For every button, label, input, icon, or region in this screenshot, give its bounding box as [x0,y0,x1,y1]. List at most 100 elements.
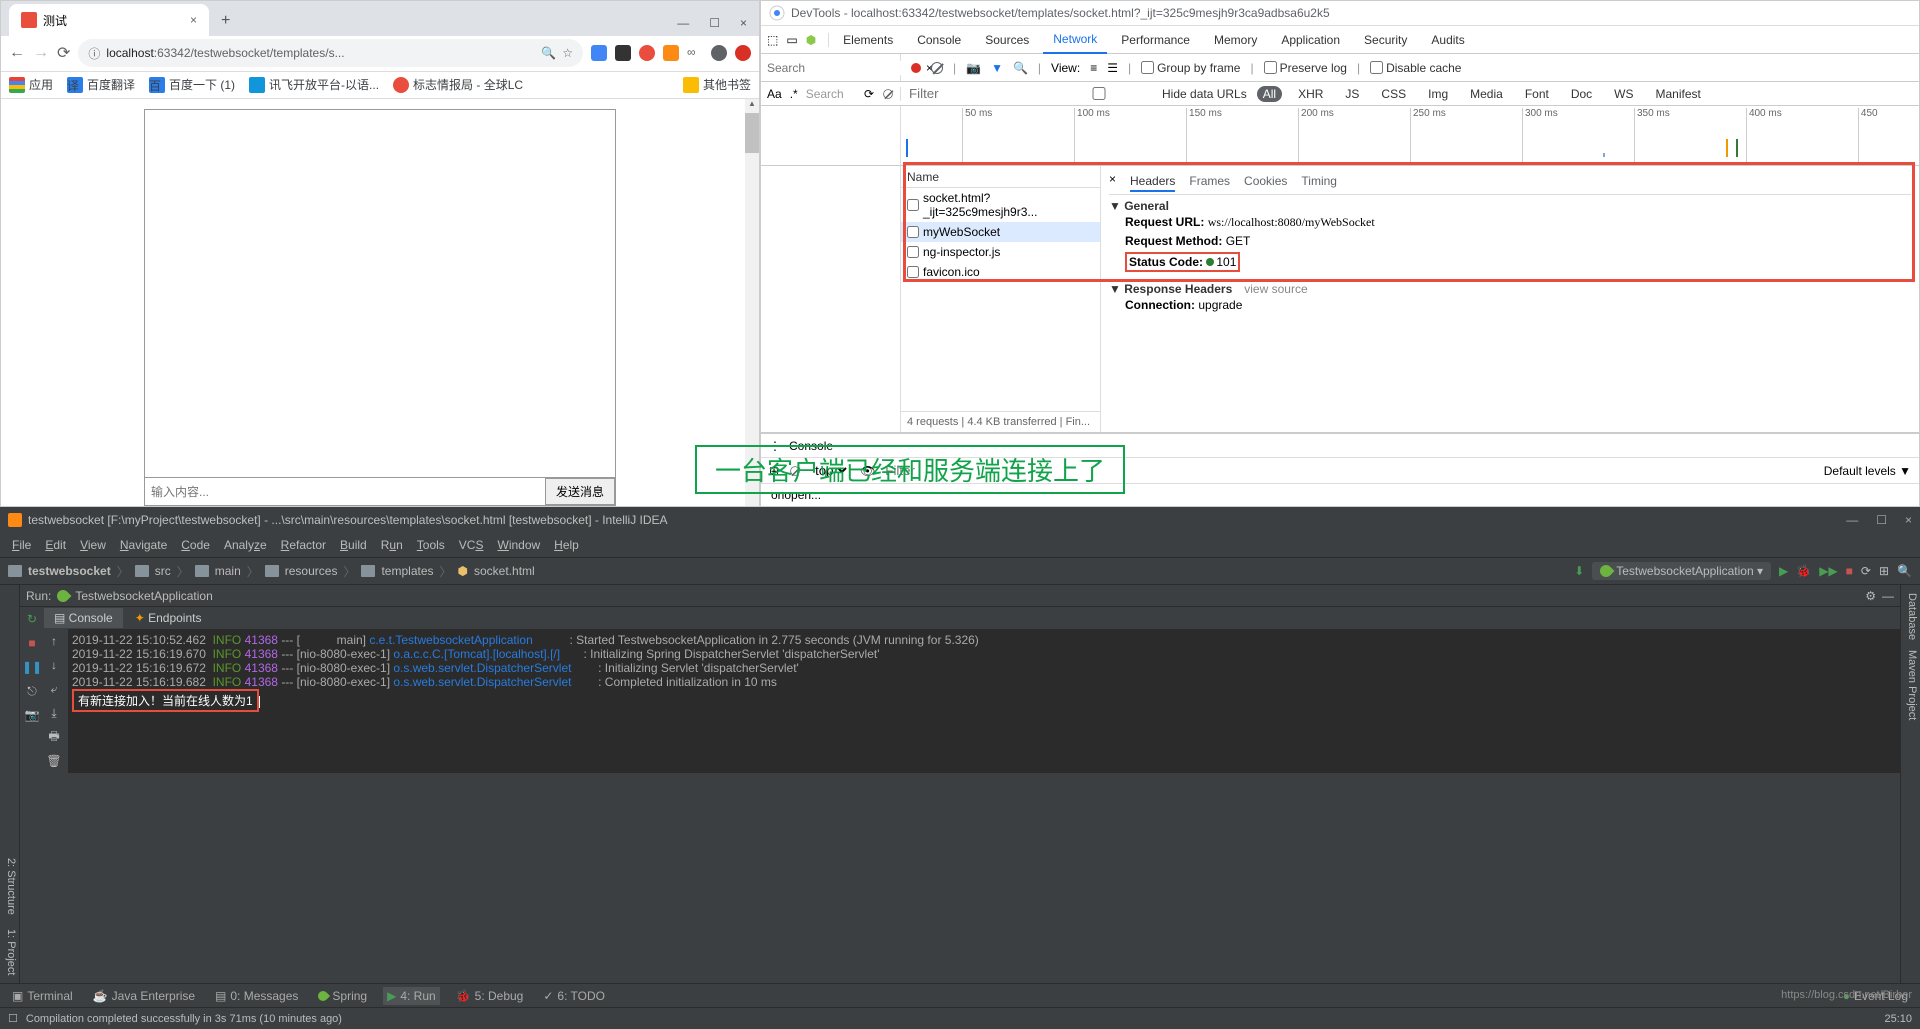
gutter-maven[interactable]: Maven Project [1903,650,1918,720]
update-icon[interactable]: ⟳ [1861,564,1871,578]
node-icon[interactable]: ⬢ [806,33,816,47]
inspect-icon[interactable]: ⬚ [767,33,778,47]
close-icon[interactable]: × [740,16,747,30]
up-icon[interactable]: ↑ [46,633,62,649]
menu-file[interactable]: File [6,536,37,554]
dump-icon[interactable]: 📷 [24,707,40,723]
apps-button[interactable]: 应用 [9,76,53,93]
tab-sources[interactable]: Sources [975,27,1039,53]
reload-icon[interactable]: ⟳ [57,43,70,63]
response-headers-section[interactable]: ▼ Response Headersview source [1109,282,1911,296]
filter-doc[interactable]: Doc [1565,86,1598,102]
menu-vcs[interactable]: VCS [453,536,490,554]
clear-icon[interactable] [883,89,893,99]
zoom-icon[interactable]: 🔍 [541,46,556,60]
menu-navigate[interactable]: Navigate [114,536,173,554]
preserve-log-checkbox[interactable]: Preserve log [1264,61,1347,75]
ext-icon[interactable]: ∞ [687,45,703,61]
send-button[interactable]: 发送消息 [545,478,615,505]
print-icon[interactable]: 🖶 [46,729,62,745]
menu-help[interactable]: Help [548,536,585,554]
bookmark-item[interactable]: 译百度翻译 [67,76,135,93]
gutter-project[interactable]: 1: Project [2,929,17,975]
menu-code[interactable]: Code [175,536,216,554]
ext-icon[interactable] [615,45,631,61]
new-tab-button[interactable]: + [221,12,230,36]
disable-cache-checkbox[interactable]: Disable cache [1370,61,1461,75]
exit-icon[interactable]: ⎋ [24,683,40,699]
hide-data-urls-checkbox[interactable]: Hide data URLs [1039,87,1247,101]
tab-console[interactable]: ▤ Console [44,608,123,628]
forward-icon[interactable]: → [33,44,49,62]
search-icon[interactable]: 🔍 [1897,564,1912,578]
chrome-tab[interactable]: 测试 × [9,4,209,36]
filter-font[interactable]: Font [1519,86,1555,102]
filter-ws[interactable]: WS [1608,86,1639,102]
stop-icon[interactable]: ■ [1846,564,1853,578]
maximize-icon[interactable]: ☐ [709,16,720,30]
tab-run[interactable]: ▶ 4: Run [383,987,440,1005]
bookmark-item[interactable]: 标志情报局 - 全球LC [393,76,523,93]
site-info-icon[interactable]: ⓘ [88,45,100,62]
down-icon[interactable]: ↓ [46,657,62,673]
tab-todo[interactable]: ✓ 6: TODO [539,987,609,1005]
minimize-icon[interactable]: — [1846,513,1858,527]
profile-icon[interactable] [711,45,727,61]
breadcrumb[interactable]: src [155,564,171,578]
menu-tools[interactable]: Tools [411,536,451,554]
other-bookmarks[interactable]: 其他书签 [683,76,751,93]
refresh-icon[interactable]: ⟳ [864,87,874,101]
bookmark-item[interactable]: 百百度一下 (1) [149,76,235,93]
debug-icon[interactable]: 🐞 [1796,564,1811,578]
tab-elements[interactable]: Elements [833,27,903,53]
camera-icon[interactable]: 📷 [966,61,981,75]
maximize-icon[interactable]: ☐ [1876,513,1887,527]
match-case[interactable]: Aa [767,87,782,101]
gutter-structure[interactable]: 2: Structure [2,858,17,915]
group-by-frame-checkbox[interactable]: Group by frame [1141,61,1240,75]
menu-analyze[interactable]: Analyze [218,536,273,554]
rerun-icon[interactable]: ↻ [24,611,40,627]
ext-icon[interactable] [663,45,679,61]
scroll-icon[interactable]: ⤓ [46,705,62,721]
large-rows-icon[interactable]: ≡ [1090,61,1097,75]
filter-all[interactable]: All [1257,86,1282,102]
wrap-icon[interactable]: ⤶ [46,681,62,697]
menu-edit[interactable]: Edit [39,536,72,554]
ext-icon[interactable] [591,45,607,61]
menu-build[interactable]: Build [334,536,373,554]
close-tab-icon[interactable]: × [190,13,197,27]
tab-network[interactable]: Network [1043,26,1107,54]
tab-performance[interactable]: Performance [1111,27,1200,53]
minimize-icon[interactable]: — [677,16,689,30]
menu-run[interactable]: Run [375,536,409,554]
build-icon[interactable]: ⬇ [1574,564,1584,578]
tab-console[interactable]: Console [907,27,971,53]
view-source-link[interactable]: view source [1244,282,1307,296]
breadcrumb[interactable]: templates [381,564,433,578]
gutter-database[interactable]: Database [1903,593,1918,640]
filter-input[interactable] [909,86,1029,101]
tab-audits[interactable]: Audits [1421,27,1474,53]
clear-icon[interactable]: 🗑 [46,753,62,769]
back-icon[interactable]: ← [9,44,25,62]
breadcrumb[interactable]: resources [285,564,338,578]
tab-endpoints[interactable]: ✦ Endpoints [125,608,212,628]
tab-java-ee[interactable]: ☕ Java Enterprise [89,987,199,1005]
run-config-selector[interactable]: TestwebsocketApplication ▾ [1592,562,1771,580]
bookmark-item[interactable]: 讯飞开放平台-以语... [249,76,379,93]
filter-js[interactable]: JS [1339,86,1365,102]
tab-debug[interactable]: 🐞 5: Debug [452,987,528,1005]
tab-application[interactable]: Application [1271,27,1350,53]
console-output[interactable]: 2019-11-22 15:10:52.462 INFO 41368 --- [… [68,629,1900,773]
filter-manifest[interactable]: Manifest [1650,86,1707,102]
tab-memory[interactable]: Memory [1204,27,1267,53]
structure-icon[interactable]: ⊞ [1879,564,1889,578]
filter-css[interactable]: CSS [1375,86,1412,102]
log-levels[interactable]: Default levels ▼ [1824,464,1911,478]
tab-terminal[interactable]: ▣ Terminal [8,987,77,1005]
run-icon[interactable]: ▶ [1779,564,1788,578]
status-icon[interactable]: ☐ [8,1012,18,1025]
menu-refactor[interactable]: Refactor [275,536,332,554]
regex[interactable]: .* [790,87,798,101]
